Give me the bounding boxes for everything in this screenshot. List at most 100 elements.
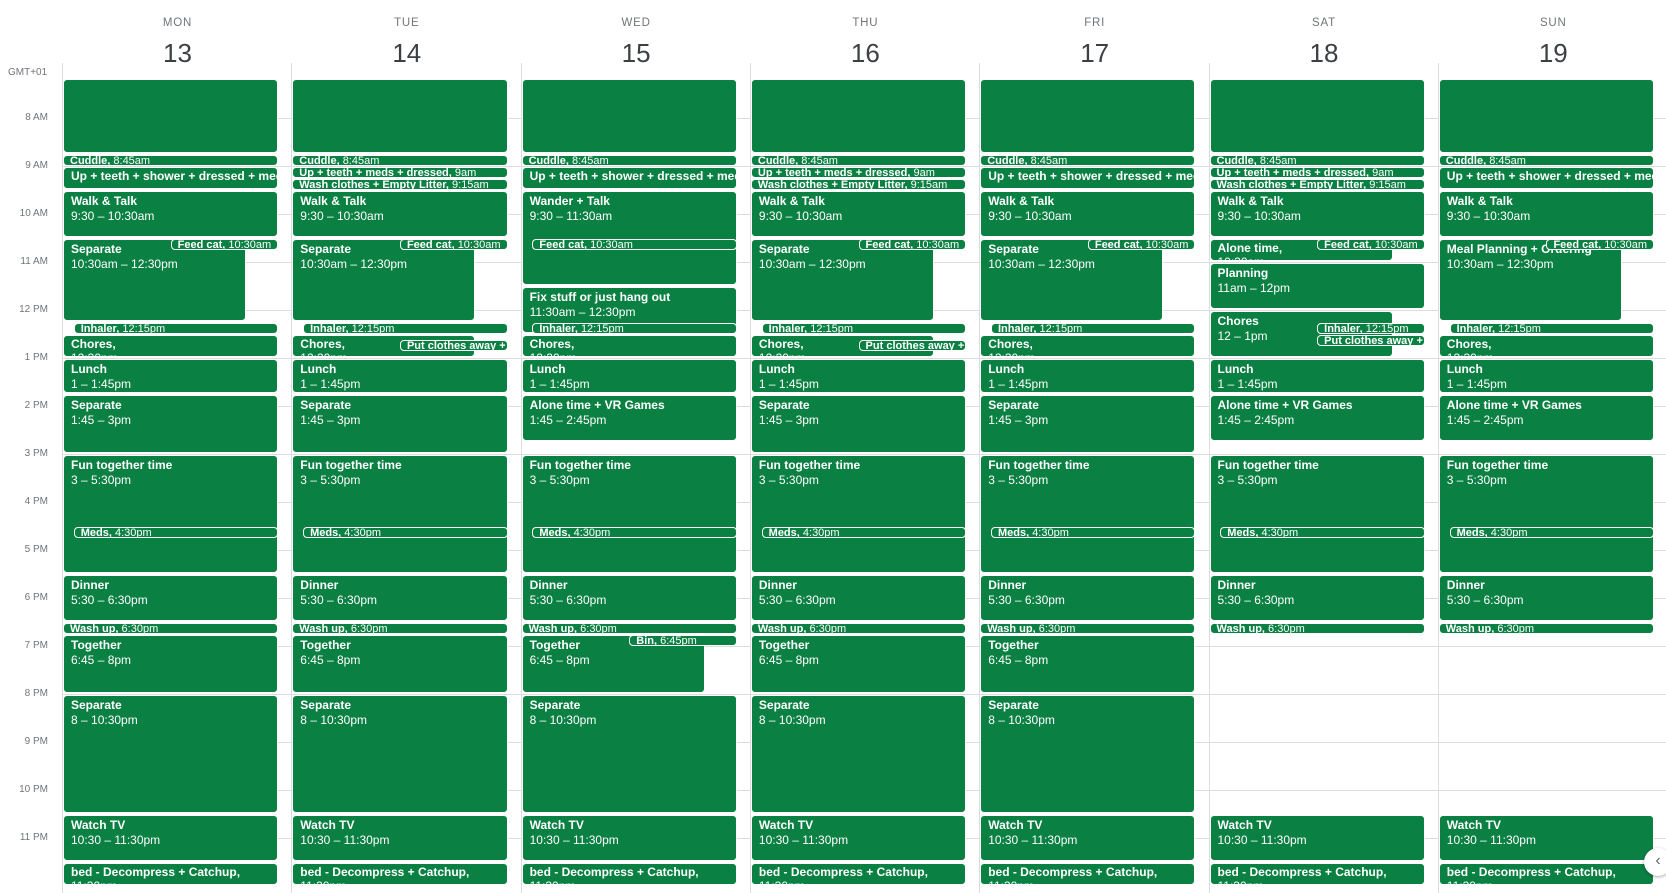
calendar-event[interactable]: Fun together time 3 – 5:30pm	[1209, 455, 1425, 573]
day-number[interactable]: 14	[292, 38, 521, 69]
calendar-event[interactable]: Inhaler, 12:15pm	[73, 323, 279, 334]
calendar-event[interactable]: Separate 1:45 – 3pm	[63, 395, 279, 453]
calendar-event[interactable]: bed - Decompress + Catchup, 11:30pm	[750, 863, 967, 885]
calendar-event[interactable]: Wash clothes + Empty Litter, 9:15am	[292, 179, 508, 190]
calendar-event[interactable]: Wash clothes + Empty Litter, 9:15am	[1209, 179, 1425, 190]
calendar-event[interactable]: Watch TV 10:30 – 11:30pm	[980, 815, 1196, 861]
day-number[interactable]: 13	[63, 38, 292, 69]
calendar-event[interactable]: Feed cat, 10:30am	[399, 239, 508, 250]
calendar-event[interactable]: Put clothes away + d	[1317, 335, 1425, 346]
calendar-event[interactable]: Together 6:45 – 8pm	[292, 635, 508, 693]
calendar-event[interactable]: Lunch 1 – 1:45pm	[292, 359, 508, 393]
day-number[interactable]: 17	[980, 38, 1209, 69]
calendar-event[interactable]: Alone time + VR Games 1:45 – 2:45pm	[1209, 395, 1425, 441]
calendar-event[interactable]: Feed cat, 10:30am	[1317, 239, 1425, 250]
calendar-event[interactable]: Cuddle, 8:45am	[63, 155, 279, 166]
calendar-event[interactable]: Separate 8 – 10:30pm	[292, 695, 508, 813]
calendar-event[interactable]: Watch TV 10:30 – 11:30pm	[521, 815, 737, 861]
calendar-event[interactable]: Up + teeth + shower + dressed + meds,	[980, 167, 1196, 189]
calendar-event[interactable]: Dinner 5:30 – 6:30pm	[292, 575, 508, 621]
calendar-event[interactable]: Dinner 5:30 – 6:30pm	[63, 575, 279, 621]
calendar-event[interactable]: Meds, 4:30pm	[532, 527, 737, 538]
calendar-event[interactable]: bed - Decompress + Catchup, 11:30pm	[1438, 863, 1655, 885]
day-header-thu[interactable]: THU 16	[751, 0, 980, 82]
calendar-event[interactable]: Dinner 5:30 – 6:30pm	[750, 575, 967, 621]
calendar-event[interactable]: Separate 1:45 – 3pm	[980, 395, 1196, 453]
calendar-event[interactable]: bed - Decompress + Catchup, 11:30pm	[1209, 863, 1425, 885]
calendar-event[interactable]: Together 6:45 – 8pm	[980, 635, 1196, 693]
calendar-event[interactable]: Wash up, 6:30pm	[980, 623, 1196, 634]
calendar-event[interactable]: Together 6:45 – 8pm	[750, 635, 967, 693]
calendar-event[interactable]: Chores, 12:30pm	[63, 335, 279, 357]
calendar-event[interactable]: bed - Decompress + Catchup, 11:30pm	[980, 863, 1196, 885]
calendar-event[interactable]: Cuddle, 8:45am	[292, 155, 508, 166]
calendar-event[interactable]: Meal Planning + Ordering 10:30am – 12:30p…	[1438, 239, 1622, 321]
calendar-event[interactable]: Lunch 1 – 1:45pm	[63, 359, 279, 393]
calendar-event[interactable]: bed - Decompress + Catchup, 11:30pm	[63, 863, 279, 885]
calendar-event[interactable]: Lunch 1 – 1:45pm	[750, 359, 967, 393]
calendar-event[interactable]: Lunch 1 – 1:45pm	[521, 359, 737, 393]
calendar-event[interactable]: Chores, 12:30pm	[980, 335, 1196, 357]
calendar-event[interactable]: Separate 1:45 – 3pm	[750, 395, 967, 453]
calendar-event[interactable]: Lunch 1 – 1:45pm	[1209, 359, 1425, 393]
day-number[interactable]: 16	[751, 38, 980, 69]
calendar-event[interactable]: Feed cat, 10:30am	[1546, 239, 1655, 250]
calendar-event[interactable]: Feed cat, 10:30am	[1087, 239, 1196, 250]
calendar-event[interactable]: Walk & Talk 9:30 – 10:30am	[1438, 191, 1655, 237]
calendar-event[interactable]: Inhaler, 12:15pm	[1449, 323, 1655, 334]
calendar-event[interactable]: Separate 8 – 10:30pm	[521, 695, 737, 813]
calendar-event[interactable]: Up + teeth + shower + dressed + meds,	[63, 167, 279, 189]
calendar-event[interactable]: Fun together time 3 – 5:30pm	[63, 455, 279, 573]
calendar-event[interactable]: Dinner 5:30 – 6:30pm	[521, 575, 737, 621]
calendar-event[interactable]: Feed cat, 10:30am	[170, 239, 279, 250]
calendar-event[interactable]: Wash up, 6:30pm	[1209, 623, 1425, 634]
calendar-event[interactable]: Watch TV 10:30 – 11:30pm	[292, 815, 508, 861]
day-number[interactable]: 18	[1210, 38, 1439, 69]
calendar-event[interactable]: Meds, 4:30pm	[1220, 527, 1425, 538]
calendar-event[interactable]: Wash up, 6:30pm	[63, 623, 279, 634]
calendar-event[interactable]: Meds, 4:30pm	[1449, 527, 1655, 538]
calendar-event[interactable]: Walk & Talk 9:30 – 10:30am	[750, 191, 967, 237]
calendar-event[interactable]: Cuddle, 8:45am	[521, 155, 737, 166]
calendar-event[interactable]: Fun together time 3 – 5:30pm	[980, 455, 1196, 573]
calendar-event[interactable]: bed - Decompress + Catchup, 11:30pm	[521, 863, 737, 885]
calendar-event[interactable]: Up + teeth + meds + dressed, 9am	[1209, 167, 1425, 178]
calendar-event[interactable]: Alone time + VR Games 1:45 – 2:45pm	[521, 395, 737, 441]
calendar-event[interactable]: Separate 10:30am – 12:30pm	[63, 239, 246, 321]
calendar-event[interactable]: Feed cat, 10:30am	[532, 239, 737, 250]
calendar-event[interactable]: Cuddle, 8:45am	[980, 155, 1196, 166]
calendar-event[interactable]: Separate 10:30am – 12:30pm	[292, 239, 476, 321]
calendar-event[interactable]: Separate 1:45 – 3pm	[292, 395, 508, 453]
calendar-event[interactable]: Wash up, 6:30pm	[521, 623, 737, 634]
calendar-event[interactable]	[750, 79, 967, 153]
calendar-event[interactable]: Meds, 4:30pm	[303, 527, 508, 538]
calendar-event[interactable]: Wash up, 6:30pm	[750, 623, 967, 634]
calendar-event[interactable]: Separate 10:30am – 12:30pm	[750, 239, 934, 321]
calendar-event[interactable]: Meds, 4:30pm	[73, 527, 279, 538]
calendar-event[interactable]	[292, 79, 508, 153]
calendar-event[interactable]: Separate 8 – 10:30pm	[750, 695, 967, 813]
calendar-event[interactable]: Dinner 5:30 – 6:30pm	[1209, 575, 1425, 621]
calendar-event[interactable]: bed - Decompress + Catchup, 11:30pm	[292, 863, 508, 885]
calendar-event[interactable]: Separate 10:30am – 12:30pm	[980, 239, 1164, 321]
calendar-event[interactable]: Lunch 1 – 1:45pm	[1438, 359, 1655, 393]
calendar-event[interactable]: Fun together time 3 – 5:30pm	[521, 455, 737, 573]
calendar-event[interactable]: Watch TV 10:30 – 11:30pm	[63, 815, 279, 861]
calendar-event[interactable]: Up + teeth + shower + dressed + meds,	[521, 167, 737, 189]
calendar-event[interactable]: Chores, 12:30pm	[1438, 335, 1655, 357]
calendar-event[interactable]: Dinner 5:30 – 6:30pm	[1438, 575, 1655, 621]
calendar-event[interactable]: Cuddle, 8:45am	[750, 155, 967, 166]
day-header-sun[interactable]: SUN 19	[1439, 0, 1666, 82]
day-header-sat[interactable]: SAT 18	[1210, 0, 1439, 82]
calendar-event[interactable]	[1438, 79, 1655, 153]
calendar-event[interactable]: Watch TV 10:30 – 11:30pm	[1438, 815, 1655, 861]
calendar-event[interactable]: Chores, 12:30pm	[521, 335, 737, 357]
calendar-event[interactable]	[521, 79, 737, 153]
calendar-event[interactable]: Inhaler, 12:15pm	[761, 323, 967, 334]
day-header-tue[interactable]: TUE 14	[292, 0, 521, 82]
calendar-event[interactable]: Watch TV 10:30 – 11:30pm	[1209, 815, 1425, 861]
calendar-event[interactable]: Fun together time 3 – 5:30pm	[1438, 455, 1655, 573]
calendar-event[interactable]: Cuddle, 8:45am	[1209, 155, 1425, 166]
calendar-event[interactable]: Fun together time 3 – 5:30pm	[750, 455, 967, 573]
calendar-event[interactable]: Planning 11am – 12pm	[1209, 263, 1425, 309]
